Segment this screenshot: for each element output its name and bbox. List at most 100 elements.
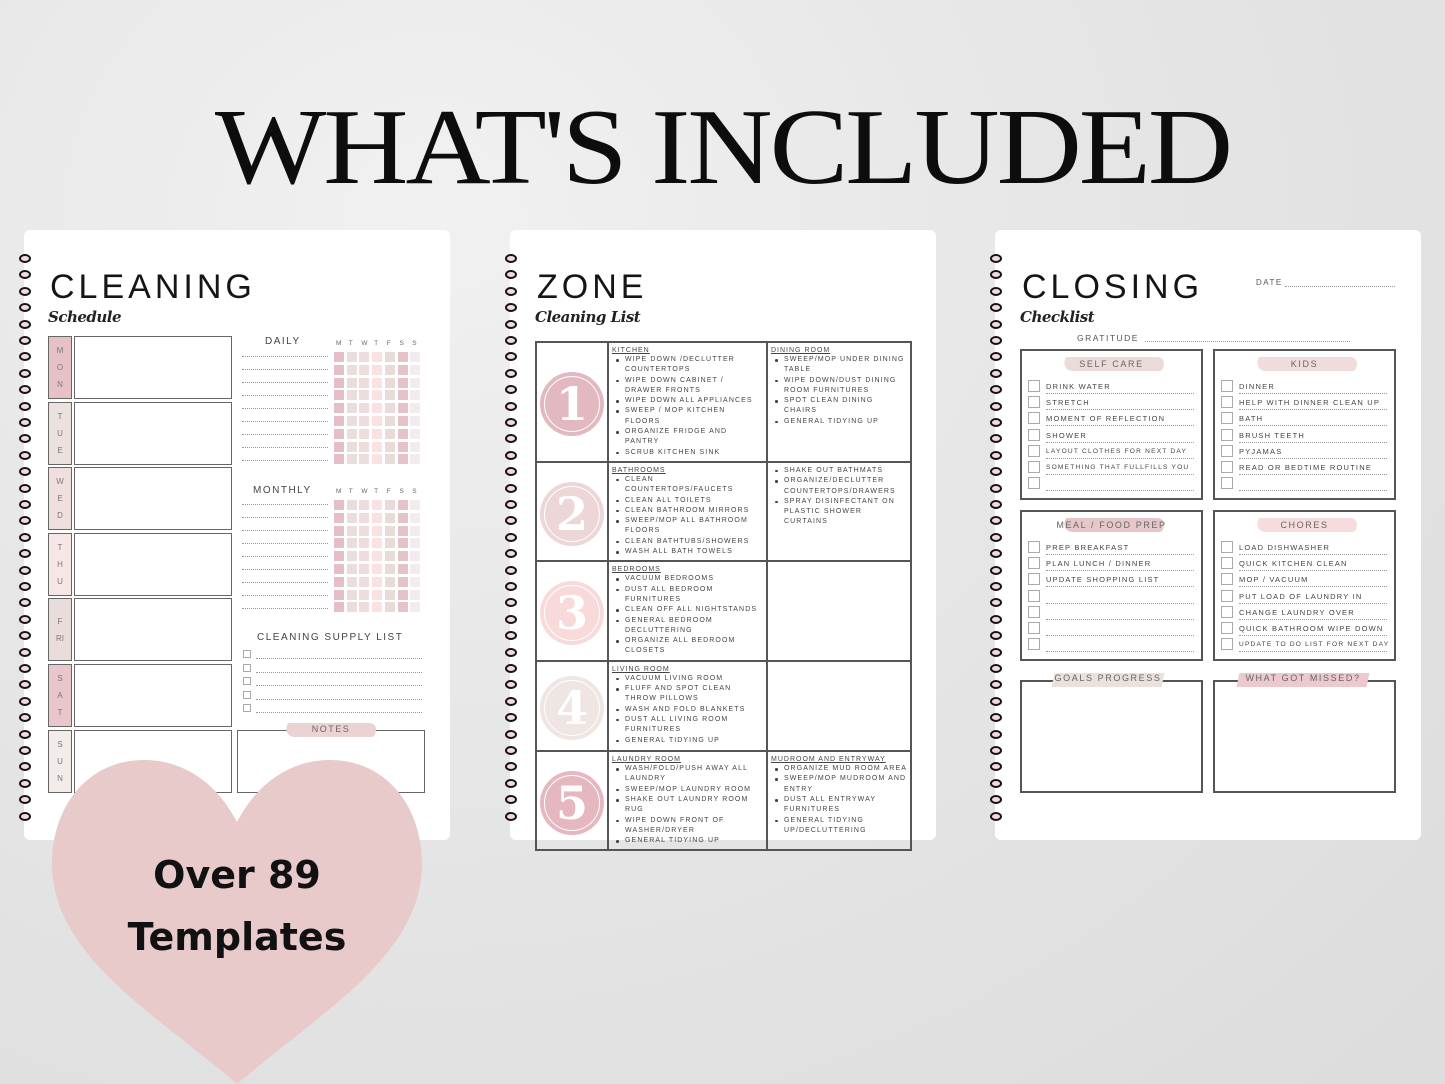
tracker-cell[interactable] (346, 538, 357, 549)
tracker-cell[interactable] (346, 441, 357, 452)
tracker-cell[interactable] (346, 390, 357, 401)
tracker-cell[interactable] (372, 525, 383, 536)
tracker-cell[interactable] (410, 364, 421, 375)
tracker-cell[interactable] (384, 428, 395, 439)
tracker-cell[interactable] (397, 602, 408, 613)
day-notes-box[interactable] (74, 401, 232, 465)
supply-line[interactable] (256, 658, 422, 659)
tracker-cell[interactable] (410, 576, 421, 587)
tracker-cell[interactable] (334, 352, 344, 362)
task-line[interactable] (242, 595, 328, 596)
tracker-cell[interactable] (346, 551, 357, 562)
tracker-cell[interactable] (346, 576, 357, 587)
checkbox[interactable] (1221, 638, 1233, 651)
tracker-cell[interactable] (397, 403, 408, 414)
checkbox[interactable] (1028, 589, 1040, 602)
tracker-cell[interactable] (334, 525, 344, 536)
tracker-cell[interactable] (359, 512, 370, 523)
tracker-cell[interactable] (346, 602, 357, 613)
tracker-cell[interactable] (397, 538, 408, 549)
tracker-cell[interactable] (410, 403, 421, 414)
tracker-cell[interactable] (384, 454, 395, 465)
tracker-cell[interactable] (334, 403, 344, 414)
date-field[interactable] (1285, 286, 1395, 287)
tracker-cell[interactable] (372, 377, 383, 388)
tracker-cell[interactable] (346, 352, 357, 362)
checkbox[interactable] (1221, 396, 1233, 409)
checkbox[interactable] (1028, 412, 1040, 425)
task-line[interactable] (242, 582, 328, 583)
tracker-cell[interactable] (397, 390, 408, 401)
tracker-cell[interactable] (397, 352, 408, 362)
tracker-cell[interactable] (372, 441, 383, 452)
checkbox[interactable] (1028, 557, 1040, 570)
day-notes-box[interactable] (74, 664, 232, 727)
tracker-cell[interactable] (384, 403, 395, 414)
tracker-cell[interactable] (410, 525, 421, 536)
tracker-cell[interactable] (334, 576, 344, 587)
supply-line[interactable] (256, 671, 422, 673)
tracker-cell[interactable] (384, 525, 395, 536)
tracker-cell[interactable] (384, 538, 395, 549)
task-line[interactable] (242, 434, 328, 435)
tracker-cell[interactable] (372, 416, 383, 426)
checkbox[interactable] (1221, 428, 1233, 441)
task-line[interactable] (242, 504, 328, 505)
task-line[interactable] (242, 408, 328, 409)
tracker-cell[interactable] (410, 564, 421, 574)
checkbox[interactable] (1221, 444, 1233, 457)
checkbox[interactable] (1028, 444, 1040, 457)
checkbox[interactable] (1028, 461, 1040, 473)
checkbox[interactable] (1028, 638, 1040, 651)
tracker-cell[interactable] (397, 364, 408, 375)
tracker-cell[interactable] (372, 576, 383, 587)
task-line[interactable] (242, 530, 328, 531)
checkbox[interactable] (1221, 557, 1233, 570)
tracker-cell[interactable] (410, 377, 421, 388)
checkbox[interactable] (1221, 380, 1233, 392)
tracker-cell[interactable] (384, 416, 395, 426)
task-line[interactable] (242, 543, 328, 544)
tracker-cell[interactable] (346, 416, 357, 426)
tracker-cell[interactable] (410, 538, 421, 549)
tracker-cell[interactable] (372, 364, 383, 375)
tracker-cell[interactable] (410, 416, 421, 426)
checkbox[interactable] (1221, 477, 1233, 490)
day-notes-box[interactable] (74, 532, 232, 596)
tracker-cell[interactable] (334, 538, 344, 549)
tracker-cell[interactable] (397, 377, 408, 388)
supply-line[interactable] (256, 712, 422, 713)
tracker-cell[interactable] (397, 512, 408, 523)
tracker-cell[interactable] (397, 500, 408, 510)
tracker-cell[interactable] (346, 364, 357, 375)
tracker-cell[interactable] (334, 364, 344, 375)
tracker-cell[interactable] (372, 428, 383, 439)
tracker-cell[interactable] (410, 500, 421, 510)
checkbox[interactable] (1221, 461, 1233, 473)
tracker-cell[interactable] (410, 441, 421, 452)
tracker-cell[interactable] (410, 589, 421, 600)
tracker-cell[interactable] (334, 390, 344, 401)
tracker-cell[interactable] (359, 602, 370, 613)
tracker-cell[interactable] (372, 454, 383, 465)
tracker-cell[interactable] (384, 441, 395, 452)
checkbox[interactable] (1221, 589, 1233, 602)
tracker-cell[interactable] (334, 602, 344, 613)
checkbox[interactable] (1028, 396, 1040, 409)
tracker-cell[interactable] (359, 390, 370, 401)
tracker-cell[interactable] (384, 602, 395, 613)
task-line[interactable] (242, 517, 328, 518)
tracker-cell[interactable] (397, 564, 408, 574)
tracker-cell[interactable] (410, 428, 421, 439)
tracker-cell[interactable] (359, 564, 370, 574)
tracker-cell[interactable] (359, 441, 370, 452)
task-line[interactable] (242, 608, 328, 609)
task-line[interactable] (242, 556, 328, 557)
checkbox[interactable] (1221, 573, 1233, 586)
supply-line[interactable] (256, 685, 422, 686)
tracker-cell[interactable] (359, 416, 370, 426)
tracker-cell[interactable] (334, 428, 344, 439)
tracker-cell[interactable] (384, 564, 395, 574)
tracker-cell[interactable] (334, 500, 344, 510)
tracker-cell[interactable] (410, 551, 421, 562)
